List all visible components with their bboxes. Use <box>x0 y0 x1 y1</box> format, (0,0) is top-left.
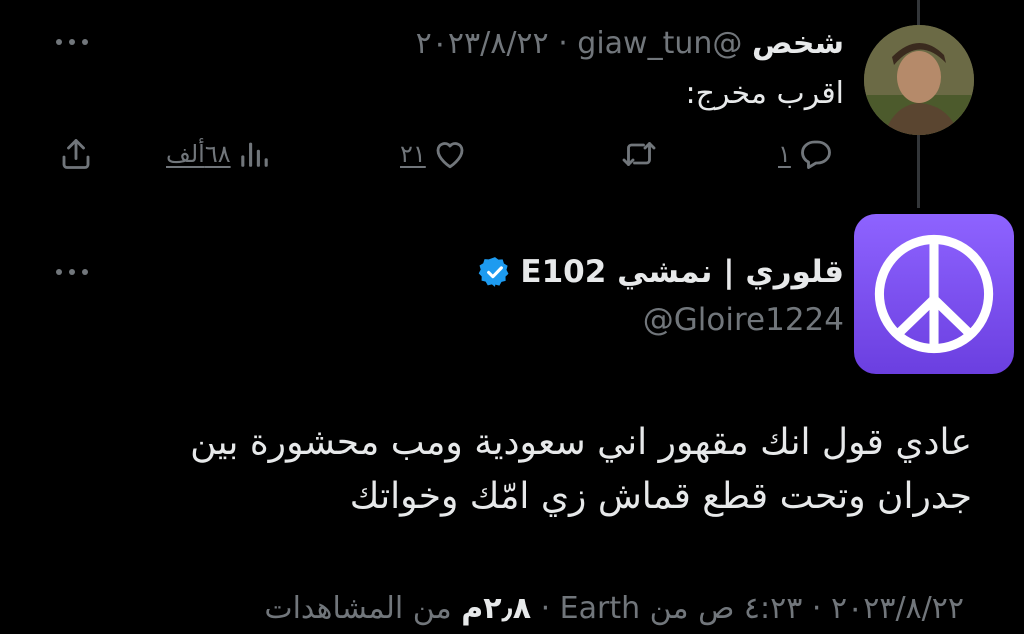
reply-tweet-text: اقرب مخرج: <box>685 76 844 111</box>
reply-action-bar: ٦٨ألف ٢١ ١ <box>0 132 1024 176</box>
reply-header: شخص @giaw_tun · ٢٠٢٣/٨/٢٢ <box>416 22 844 66</box>
tweet-timestamp[interactable]: ٢٠٢٣/٨/٢٢ · ٤:٢٣ ص من Earth · <box>541 591 964 626</box>
reply-count: ١ <box>778 140 791 168</box>
main-author-name-row[interactable]: قلوري | نمشي E102 <box>478 248 844 296</box>
main-author-avatar[interactable] <box>854 214 1014 374</box>
share-upload-icon <box>62 139 90 169</box>
main-more-options-icon[interactable] <box>56 268 88 276</box>
reply-button[interactable]: ١ <box>778 132 835 176</box>
like-count: ٢١ <box>400 140 426 168</box>
reply-date[interactable]: ٢٠٢٣/٨/٢٢ <box>416 26 549 61</box>
views-label: من المشاهدات <box>264 591 452 626</box>
retweet-button[interactable] <box>620 132 658 176</box>
views-button[interactable]: ٦٨ألف <box>166 132 271 176</box>
views-total: ٢٫٨م <box>461 591 532 626</box>
reply-author-name[interactable]: شخص <box>752 26 844 61</box>
bar-chart-icon <box>240 142 268 167</box>
main-tweet-footer: ٢٠٢٣/٨/٢٢ · ٤:٢٣ ص من Earth · ٢٫٨م من ال… <box>264 584 964 634</box>
views-count: ٦٨ألف <box>166 140 231 168</box>
main-author-handle[interactable]: @Gloire1224 <box>643 298 844 342</box>
heart-icon <box>436 142 464 169</box>
reply-more-options-icon[interactable] <box>56 38 88 46</box>
retweet-icon <box>622 142 656 166</box>
peace-symbol-icon <box>874 234 994 354</box>
verified-badge-icon <box>479 257 509 287</box>
comment-bubble-icon <box>800 140 831 169</box>
reply-separator: · <box>558 26 568 61</box>
share-button[interactable] <box>58 132 94 176</box>
like-button[interactable]: ٢١ <box>400 132 468 176</box>
reply-author-handle[interactable]: @giaw_tun <box>577 26 742 61</box>
main-author-name: قلوري | نمشي E102 <box>520 254 844 290</box>
reply-author-avatar[interactable] <box>864 25 974 135</box>
main-tweet-text: عادي قول انك مقهور اني سعودية ومب محشورة… <box>190 422 972 517</box>
